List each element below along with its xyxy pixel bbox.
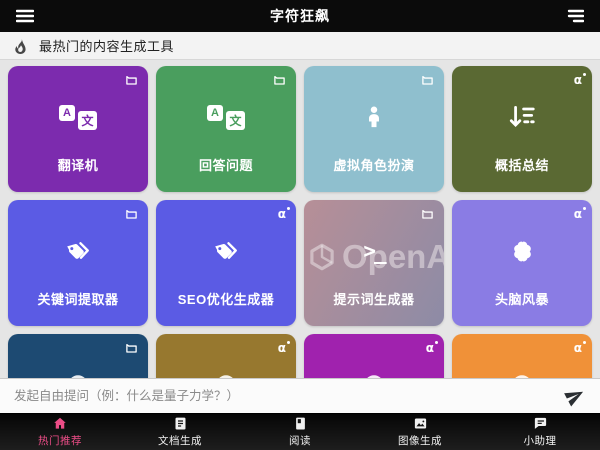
tool-card[interactable]: A文翻译机	[8, 66, 148, 192]
app-bar: 字符狂飙	[0, 0, 600, 32]
assistant-icon	[533, 416, 548, 431]
nav-item-label: 阅读	[289, 433, 311, 448]
tool-card[interactable]: 头脑风暴 α	[452, 200, 592, 326]
free-question-input[interactable]	[12, 388, 554, 404]
tool-card-label: 提示词生成器	[308, 289, 440, 308]
alpha-badge-icon: α	[574, 74, 582, 86]
alpha-badge-icon: α	[278, 208, 286, 220]
alpha-badge-icon: α	[278, 342, 286, 354]
tool-card-grid: A文翻译机A文回答问题虚拟角色扮演概括总结α关键词提取器SEO优化生成器αOpe…	[0, 60, 600, 378]
nav-item-label: 热门推荐	[38, 433, 82, 448]
terminal-icon: >_	[304, 233, 444, 269]
tool-card-label: 虚拟角色扮演	[308, 155, 440, 174]
alpha-badge-icon: α	[574, 342, 582, 354]
chat-badge-icon	[421, 208, 434, 221]
tool-card[interactable]: α	[304, 334, 444, 378]
tool-card-label: 头脑风暴	[456, 289, 588, 308]
nav-item-阅读[interactable]: 阅读	[240, 414, 360, 450]
tool-card[interactable]: A文回答问题	[156, 66, 296, 192]
chat-badge-icon	[421, 74, 434, 87]
person-icon	[304, 99, 444, 135]
nav-item-图像生成[interactable]: 图像生成	[360, 414, 480, 450]
tool-card[interactable]: SEO优化生成器 α	[156, 200, 296, 326]
page-title: 字符狂飙	[38, 6, 562, 26]
prompt-bar	[0, 378, 600, 413]
nav-item-label: 文档生成	[158, 433, 202, 448]
partial-icon	[304, 367, 444, 378]
partial-icon	[156, 367, 296, 378]
document-icon	[173, 416, 188, 431]
section-title: 最热门的内容生成工具	[39, 36, 174, 55]
tool-card[interactable]: 概括总结 α	[452, 66, 592, 192]
home-icon	[52, 416, 68, 431]
tags-icon	[156, 233, 296, 269]
nav-item-热门推荐[interactable]: 热门推荐	[0, 414, 120, 450]
section-header: 最热门的内容生成工具	[0, 32, 600, 60]
tool-card[interactable]: α	[452, 334, 592, 378]
send-icon[interactable]	[562, 383, 588, 409]
translate-icon: A文	[8, 99, 148, 135]
chat-badge-icon	[273, 74, 286, 87]
tool-card-label: 回答问题	[160, 155, 292, 174]
tool-card[interactable]: 关键词提取器	[8, 200, 148, 326]
tool-card[interactable]: α	[156, 334, 296, 378]
nav-item-小助理[interactable]: 小助理	[480, 414, 600, 450]
sort-menu-icon[interactable]	[562, 5, 588, 27]
image-icon	[413, 416, 428, 431]
bottom-nav: 热门推荐 文档生成 阅读 图像生成 小助理	[0, 413, 600, 450]
chat-badge-icon	[125, 74, 138, 87]
tool-card[interactable]: OpenAI>_提示词生成器	[304, 200, 444, 326]
brain-icon	[452, 233, 592, 269]
alpha-badge-icon: α	[426, 342, 434, 354]
partial-icon	[452, 367, 592, 378]
flame-icon	[14, 38, 28, 54]
menu-icon[interactable]	[12, 5, 38, 27]
nav-item-文档生成[interactable]: 文档生成	[120, 414, 240, 450]
app-screen: 字符狂飙 最热门的内容生成工具 A文翻译机A文回答问题虚拟角色扮演概括总结α关键…	[0, 0, 600, 450]
chat-badge-icon	[125, 342, 138, 355]
tool-card-label: 翻译机	[12, 155, 144, 174]
tool-card-label: 概括总结	[456, 155, 588, 174]
partial-icon	[8, 367, 148, 378]
tool-card-label: SEO优化生成器	[160, 289, 292, 308]
book-icon	[293, 416, 308, 431]
nav-item-label: 小助理	[524, 433, 557, 448]
tool-card[interactable]: 虚拟角色扮演	[304, 66, 444, 192]
translate-icon: A文	[156, 99, 296, 135]
summary-icon	[452, 99, 592, 135]
tags-icon	[8, 233, 148, 269]
alpha-badge-icon: α	[574, 208, 582, 220]
chat-badge-icon	[125, 208, 138, 221]
tool-card[interactable]	[8, 334, 148, 378]
nav-item-label: 图像生成	[398, 433, 442, 448]
tool-card-label: 关键词提取器	[12, 289, 144, 308]
